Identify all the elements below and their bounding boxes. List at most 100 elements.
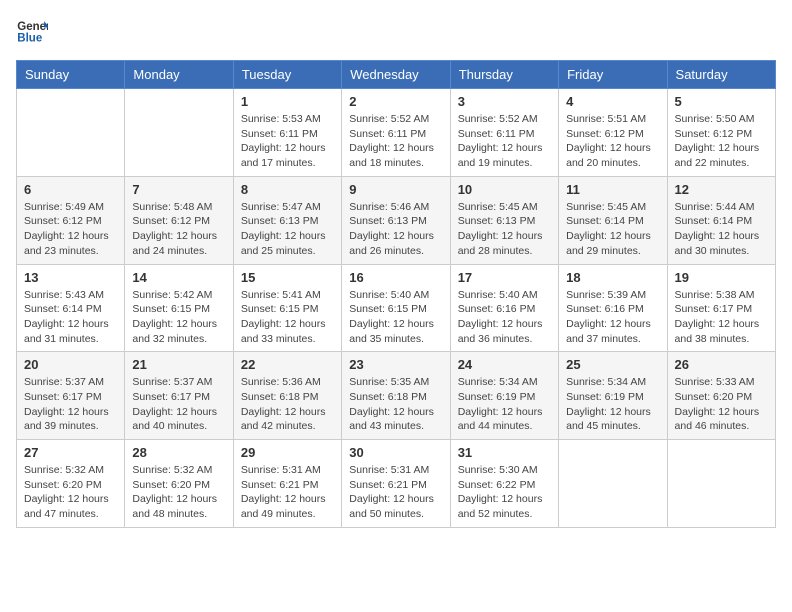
week-row-1: 1 Sunrise: 5:53 AM Sunset: 6:11 PM Daylig… <box>17 89 776 177</box>
day-number: 11 <box>566 182 659 197</box>
day-cell: 31 Sunrise: 5:30 AM Sunset: 6:22 PM Dayli… <box>450 440 558 528</box>
day-cell: 25 Sunrise: 5:34 AM Sunset: 6:19 PM Dayli… <box>559 352 667 440</box>
day-number: 22 <box>241 357 334 372</box>
day-info: Sunrise: 5:32 AM Sunset: 6:20 PM Dayligh… <box>132 463 225 522</box>
day-info: Sunrise: 5:52 AM Sunset: 6:11 PM Dayligh… <box>458 112 551 171</box>
day-info: Sunrise: 5:47 AM Sunset: 6:13 PM Dayligh… <box>241 200 334 259</box>
col-header-sunday: Sunday <box>17 61 125 89</box>
day-info: Sunrise: 5:45 AM Sunset: 6:14 PM Dayligh… <box>566 200 659 259</box>
day-info: Sunrise: 5:40 AM Sunset: 6:15 PM Dayligh… <box>349 288 442 347</box>
day-number: 2 <box>349 94 442 109</box>
day-number: 31 <box>458 445 551 460</box>
day-number: 5 <box>675 94 768 109</box>
day-info: Sunrise: 5:42 AM Sunset: 6:15 PM Dayligh… <box>132 288 225 347</box>
day-number: 6 <box>24 182 117 197</box>
day-cell: 22 Sunrise: 5:36 AM Sunset: 6:18 PM Dayli… <box>233 352 341 440</box>
calendar-table: SundayMondayTuesdayWednesdayThursdayFrid… <box>16 60 776 528</box>
day-info: Sunrise: 5:31 AM Sunset: 6:21 PM Dayligh… <box>241 463 334 522</box>
day-info: Sunrise: 5:51 AM Sunset: 6:12 PM Dayligh… <box>566 112 659 171</box>
col-header-friday: Friday <box>559 61 667 89</box>
day-cell: 17Sunrise: 5:40 AM Sunset: 6:16 PM Dayli… <box>450 264 558 352</box>
day-number: 26 <box>675 357 768 372</box>
day-number: 4 <box>566 94 659 109</box>
day-cell: 9Sunrise: 5:46 AM Sunset: 6:13 PM Daylig… <box>342 176 450 264</box>
day-cell: 11 Sunrise: 5:45 AM Sunset: 6:14 PM Dayli… <box>559 176 667 264</box>
day-cell: 2 Sunrise: 5:52 AM Sunset: 6:11 PM Daylig… <box>342 89 450 177</box>
page-header: General Blue <box>16 16 776 48</box>
week-row-3: 13Sunrise: 5:43 AM Sunset: 6:14 PM Dayli… <box>17 264 776 352</box>
calendar-header: SundayMondayTuesdayWednesdayThursdayFrid… <box>17 61 776 89</box>
day-info: Sunrise: 5:40 AM Sunset: 6:16 PM Dayligh… <box>458 288 551 347</box>
day-cell: 6 Sunrise: 5:49 AM Sunset: 6:12 PM Daylig… <box>17 176 125 264</box>
day-cell: 12 Sunrise: 5:44 AM Sunset: 6:14 PM Dayli… <box>667 176 775 264</box>
day-number: 1 <box>241 94 334 109</box>
day-info: Sunrise: 5:39 AM Sunset: 6:16 PM Dayligh… <box>566 288 659 347</box>
day-number: 18 <box>566 270 659 285</box>
col-header-thursday: Thursday <box>450 61 558 89</box>
svg-text:General: General <box>17 21 48 33</box>
day-info: Sunrise: 5:36 AM Sunset: 6:18 PM Dayligh… <box>241 375 334 434</box>
day-info: Sunrise: 5:37 AM Sunset: 6:17 PM Dayligh… <box>132 375 225 434</box>
day-number: 14 <box>132 270 225 285</box>
day-cell: 21 Sunrise: 5:37 AM Sunset: 6:17 PM Dayli… <box>125 352 233 440</box>
day-cell: 30 Sunrise: 5:31 AM Sunset: 6:21 PM Dayli… <box>342 440 450 528</box>
day-info: Sunrise: 5:30 AM Sunset: 6:22 PM Dayligh… <box>458 463 551 522</box>
day-number: 25 <box>566 357 659 372</box>
day-number: 27 <box>24 445 117 460</box>
week-row-5: 27 Sunrise: 5:32 AM Sunset: 6:20 PM Dayli… <box>17 440 776 528</box>
day-cell: 28 Sunrise: 5:32 AM Sunset: 6:20 PM Dayli… <box>125 440 233 528</box>
week-row-2: 6 Sunrise: 5:49 AM Sunset: 6:12 PM Daylig… <box>17 176 776 264</box>
col-header-wednesday: Wednesday <box>342 61 450 89</box>
day-number: 28 <box>132 445 225 460</box>
day-number: 21 <box>132 357 225 372</box>
day-cell: 14 Sunrise: 5:42 AM Sunset: 6:15 PM Dayli… <box>125 264 233 352</box>
day-number: 20 <box>24 357 117 372</box>
day-cell: 27 Sunrise: 5:32 AM Sunset: 6:20 PM Dayli… <box>17 440 125 528</box>
day-number: 13 <box>24 270 117 285</box>
day-cell: 1 Sunrise: 5:53 AM Sunset: 6:11 PM Daylig… <box>233 89 341 177</box>
week-row-4: 20 Sunrise: 5:37 AM Sunset: 6:17 PM Dayli… <box>17 352 776 440</box>
day-number: 29 <box>241 445 334 460</box>
day-number: 12 <box>675 182 768 197</box>
day-number: 10 <box>458 182 551 197</box>
day-info: Sunrise: 5:44 AM Sunset: 6:14 PM Dayligh… <box>675 200 768 259</box>
day-number: 19 <box>675 270 768 285</box>
col-header-tuesday: Tuesday <box>233 61 341 89</box>
day-cell: 4 Sunrise: 5:51 AM Sunset: 6:12 PM Daylig… <box>559 89 667 177</box>
day-cell: 20Sunrise: 5:37 AM Sunset: 6:17 PM Dayli… <box>17 352 125 440</box>
day-info: Sunrise: 5:50 AM Sunset: 6:12 PM Dayligh… <box>675 112 768 171</box>
day-info: Sunrise: 5:32 AM Sunset: 6:20 PM Dayligh… <box>24 463 117 522</box>
day-number: 30 <box>349 445 442 460</box>
day-number: 7 <box>132 182 225 197</box>
day-cell: 18 Sunrise: 5:39 AM Sunset: 6:16 PM Dayli… <box>559 264 667 352</box>
day-cell: 29 Sunrise: 5:31 AM Sunset: 6:21 PM Dayli… <box>233 440 341 528</box>
day-number: 3 <box>458 94 551 109</box>
day-info: Sunrise: 5:34 AM Sunset: 6:19 PM Dayligh… <box>458 375 551 434</box>
day-info: Sunrise: 5:33 AM Sunset: 6:20 PM Dayligh… <box>675 375 768 434</box>
day-cell: 26 Sunrise: 5:33 AM Sunset: 6:20 PM Dayli… <box>667 352 775 440</box>
day-info: Sunrise: 5:49 AM Sunset: 6:12 PM Dayligh… <box>24 200 117 259</box>
day-info: Sunrise: 5:41 AM Sunset: 6:15 PM Dayligh… <box>241 288 334 347</box>
day-info: Sunrise: 5:35 AM Sunset: 6:18 PM Dayligh… <box>349 375 442 434</box>
day-info: Sunrise: 5:48 AM Sunset: 6:12 PM Dayligh… <box>132 200 225 259</box>
day-info: Sunrise: 5:34 AM Sunset: 6:19 PM Dayligh… <box>566 375 659 434</box>
day-info: Sunrise: 5:31 AM Sunset: 6:21 PM Dayligh… <box>349 463 442 522</box>
day-cell: 8 Sunrise: 5:47 AM Sunset: 6:13 PM Daylig… <box>233 176 341 264</box>
col-header-saturday: Saturday <box>667 61 775 89</box>
day-cell: 15 Sunrise: 5:41 AM Sunset: 6:15 PM Dayli… <box>233 264 341 352</box>
day-cell: 16 Sunrise: 5:40 AM Sunset: 6:15 PM Dayli… <box>342 264 450 352</box>
day-info: Sunrise: 5:38 AM Sunset: 6:17 PM Dayligh… <box>675 288 768 347</box>
day-info: Sunrise: 5:52 AM Sunset: 6:11 PM Dayligh… <box>349 112 442 171</box>
day-info: Sunrise: 5:46 AM Sunset: 6:13 PM Dayligh… <box>349 200 442 259</box>
day-cell <box>17 89 125 177</box>
day-number: 8 <box>241 182 334 197</box>
day-number: 16 <box>349 270 442 285</box>
col-header-monday: Monday <box>125 61 233 89</box>
day-number: 15 <box>241 270 334 285</box>
day-info: Sunrise: 5:53 AM Sunset: 6:11 PM Dayligh… <box>241 112 334 171</box>
day-cell: 10Sunrise: 5:45 AM Sunset: 6:13 PM Dayli… <box>450 176 558 264</box>
day-cell: 7 Sunrise: 5:48 AM Sunset: 6:12 PM Daylig… <box>125 176 233 264</box>
day-cell <box>559 440 667 528</box>
logo: General Blue <box>16 16 52 48</box>
day-number: 23 <box>349 357 442 372</box>
